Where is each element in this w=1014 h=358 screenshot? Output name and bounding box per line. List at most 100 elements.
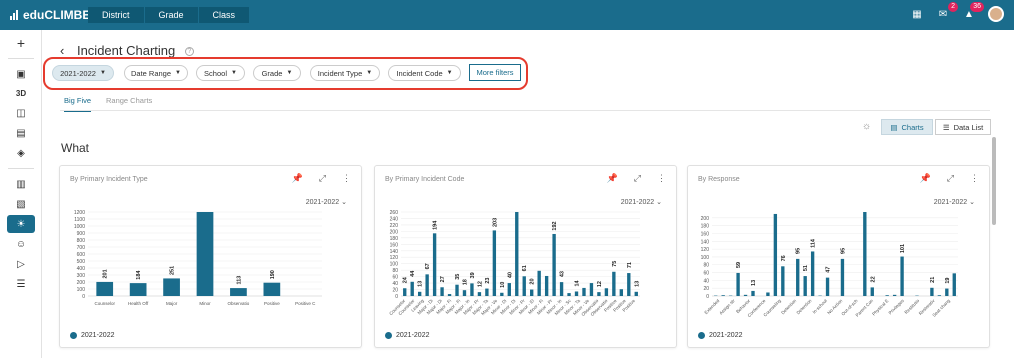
3d-icon[interactable]: 3D	[11, 85, 31, 101]
bar	[751, 290, 755, 296]
bar	[530, 289, 534, 296]
data-label: 44	[410, 270, 416, 277]
data-label: 13	[418, 281, 424, 287]
more-options-icon[interactable]: ⋮	[970, 173, 979, 184]
x-tick-label: Major	[166, 301, 178, 306]
bar	[612, 271, 616, 296]
y-tick-label: 1100	[74, 217, 85, 223]
more-filters-button[interactable]: More filters	[469, 64, 521, 81]
bar	[589, 283, 594, 296]
year-dropdown[interactable]: 2021-2022 ⌄	[934, 198, 975, 206]
add-icon[interactable]: +	[11, 35, 31, 51]
pin-icon[interactable]: 📌	[607, 173, 618, 184]
building-icon[interactable]: ▥	[11, 176, 31, 192]
bar	[500, 292, 504, 296]
grade-filter-label: Grade	[261, 68, 283, 78]
bar	[447, 294, 452, 296]
expand-icon[interactable]: ⤢	[634, 173, 641, 184]
data-label: 190	[270, 270, 276, 279]
bar-chart: 0100200300400500600700800900100011001200…	[74, 210, 322, 306]
expand-icon[interactable]: ⤢	[947, 173, 954, 184]
incident-code-filter[interactable]: Incident Code ▼	[388, 65, 461, 81]
y-tick-label: 80	[392, 268, 398, 274]
y-tick-label: 100	[390, 262, 399, 268]
data-list-view-button[interactable]: ☰ Data List	[935, 119, 991, 135]
flag-icon[interactable]: ▷	[11, 256, 31, 272]
x-tick-label: Counselor	[94, 301, 115, 306]
year-dropdown[interactable]: 2021-2022 ⌄	[621, 198, 662, 206]
lightbulb-icon[interactable]: ☼	[862, 121, 871, 132]
bar	[462, 290, 467, 296]
list-icon[interactable]: ☰	[11, 276, 31, 292]
bar	[96, 281, 114, 296]
nav-tab-grade[interactable]: Grade	[144, 7, 198, 23]
legend-label: 2021-2022	[396, 332, 430, 339]
bar	[263, 282, 281, 296]
calendar-icon[interactable]: ▦	[910, 7, 924, 21]
charts-label: Charts	[901, 122, 924, 132]
page-scrollbar[interactable]	[992, 137, 996, 225]
bar	[440, 287, 444, 296]
data-label: 12	[597, 281, 603, 287]
more-options-icon[interactable]: ⋮	[657, 173, 666, 184]
data-label: 27	[440, 276, 446, 282]
data-label: 51	[803, 265, 809, 271]
bar	[930, 287, 934, 296]
nav-tab-class[interactable]: Class	[198, 7, 250, 23]
y-tick-label: 240	[390, 216, 399, 222]
expand-icon[interactable]: ⤢	[319, 173, 326, 184]
data-label: 47	[826, 267, 832, 273]
tab-range-charts[interactable]: Range Charts	[106, 96, 152, 105]
analytics-chart-icon[interactable]: ▤	[11, 125, 31, 141]
x-tick-label: Assign str	[718, 298, 736, 316]
data-label: 40	[507, 272, 513, 278]
notifications-bell-icon[interactable]: ▲ 36	[962, 2, 984, 21]
incident-type-filter[interactable]: Incident Type ▼	[310, 65, 380, 81]
user-avatar[interactable]	[988, 6, 1004, 22]
clipboard-icon[interactable]: ▧	[11, 196, 31, 212]
bar	[470, 283, 474, 296]
dashboard-icon[interactable]: ▣	[11, 66, 31, 82]
sidebar-divider	[8, 168, 34, 169]
school-filter[interactable]: School ▼	[196, 65, 245, 81]
app-logo[interactable]: eduCLIMBER	[10, 8, 99, 22]
layers-icon[interactable]: ◈	[11, 145, 31, 161]
data-label: 76	[781, 255, 787, 261]
messages-icon[interactable]: ✉ 2	[936, 2, 958, 21]
section-title: What	[61, 141, 90, 155]
data-label: 39	[470, 272, 476, 278]
y-tick-label: 80	[703, 263, 709, 269]
y-tick-label: 40	[392, 281, 398, 287]
grade-filter[interactable]: Grade ▼	[253, 65, 301, 81]
y-tick-label: 60	[703, 271, 709, 277]
pin-icon[interactable]: 📌	[292, 173, 303, 184]
y-tick-label: 600	[77, 252, 86, 258]
y-tick-label: 100	[701, 255, 710, 261]
data-label: 21	[930, 277, 936, 283]
help-icon[interactable]: ?	[184, 47, 194, 57]
charts-view-button[interactable]: ▤ Charts	[881, 119, 933, 135]
year-dropdown[interactable]: 2021-2022 ⌄	[306, 198, 347, 206]
x-tick-label: Privileges	[888, 298, 906, 316]
presentation-icon[interactable]: ◫	[11, 105, 31, 121]
bar	[900, 256, 904, 296]
pin-icon[interactable]: 📌	[920, 173, 931, 184]
date-range-filter[interactable]: Date Range ▼	[124, 65, 188, 81]
bar	[574, 291, 579, 296]
x-tick-label: Positive C	[295, 301, 316, 306]
data-label: 251	[170, 266, 176, 275]
left-sidebar: + ▣ 3D ◫ ▤ ◈ ▥ ▧ ☀ ☺ ▷ ☰	[0, 30, 42, 358]
year-dropdown-label: 2021-2022	[620, 199, 655, 206]
more-options-icon[interactable]: ⋮	[342, 173, 351, 184]
year-filter[interactable]: 2021-2022 ▼	[52, 65, 114, 81]
bar	[515, 212, 519, 296]
top-navigation-bar: eduCLIMBER District Grade Class ▦ ✉ 2 ▲ 36	[0, 0, 1014, 30]
nav-tab-district[interactable]: District	[88, 7, 144, 23]
y-tick-label: 180	[701, 224, 710, 230]
y-tick-label: 20	[392, 288, 398, 294]
back-arrow-icon[interactable]: ‹	[60, 43, 64, 58]
people-icon[interactable]: ☺	[11, 236, 31, 252]
incident-charting-icon[interactable]: ☀	[7, 215, 35, 233]
bar	[627, 273, 631, 296]
y-tick-label: 120	[701, 247, 710, 253]
